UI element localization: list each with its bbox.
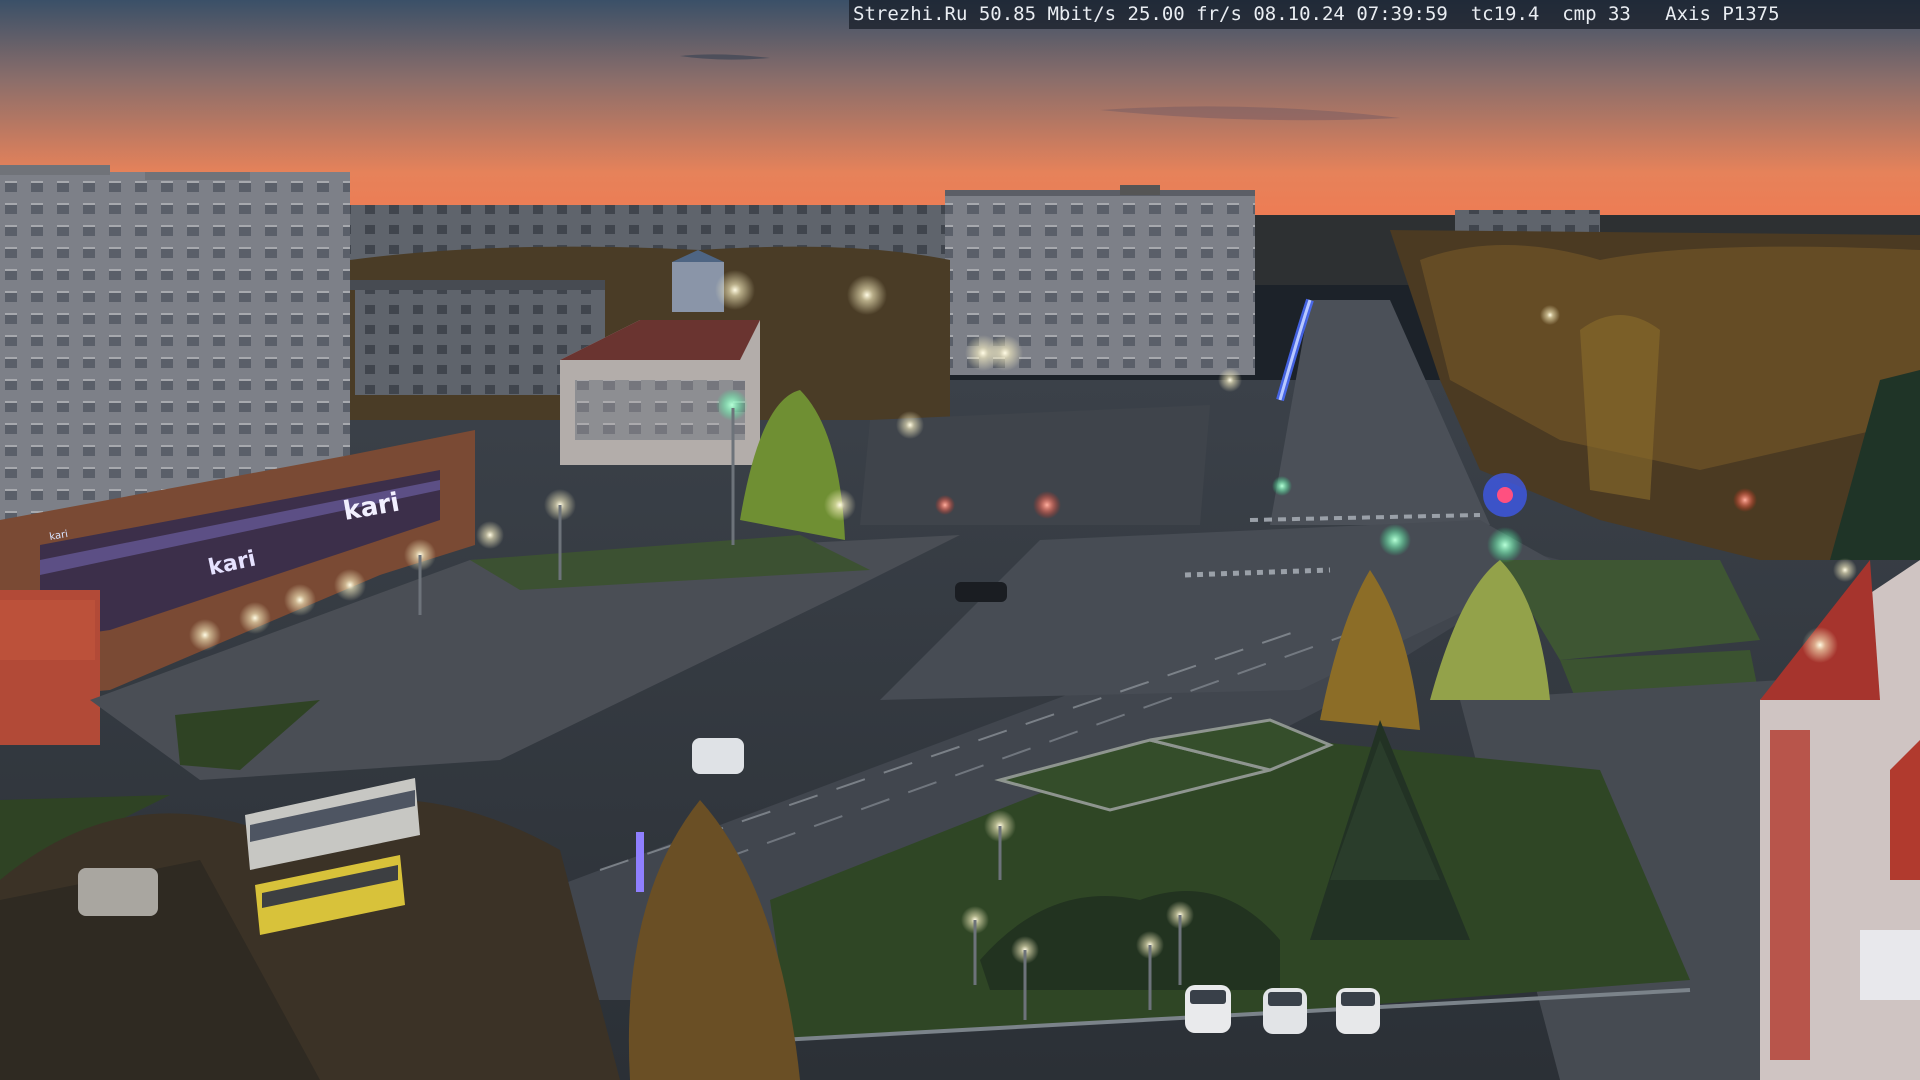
camera-osd-overlay: Strezhi.Ru 50.85 Mbit/s 25.00 fr/s 08.10… (849, 0, 1920, 29)
parked-cars (1185, 985, 1380, 1034)
suv-car (692, 738, 744, 774)
dark-car (955, 582, 1007, 602)
festive-light-pole (636, 832, 644, 892)
webcam-frame: kari kari kari Strezhi.Ru 50.85 Mbit/s 2… (0, 0, 1920, 1080)
street-scene: kari kari kari (0, 0, 1920, 1080)
white-van (78, 868, 158, 916)
